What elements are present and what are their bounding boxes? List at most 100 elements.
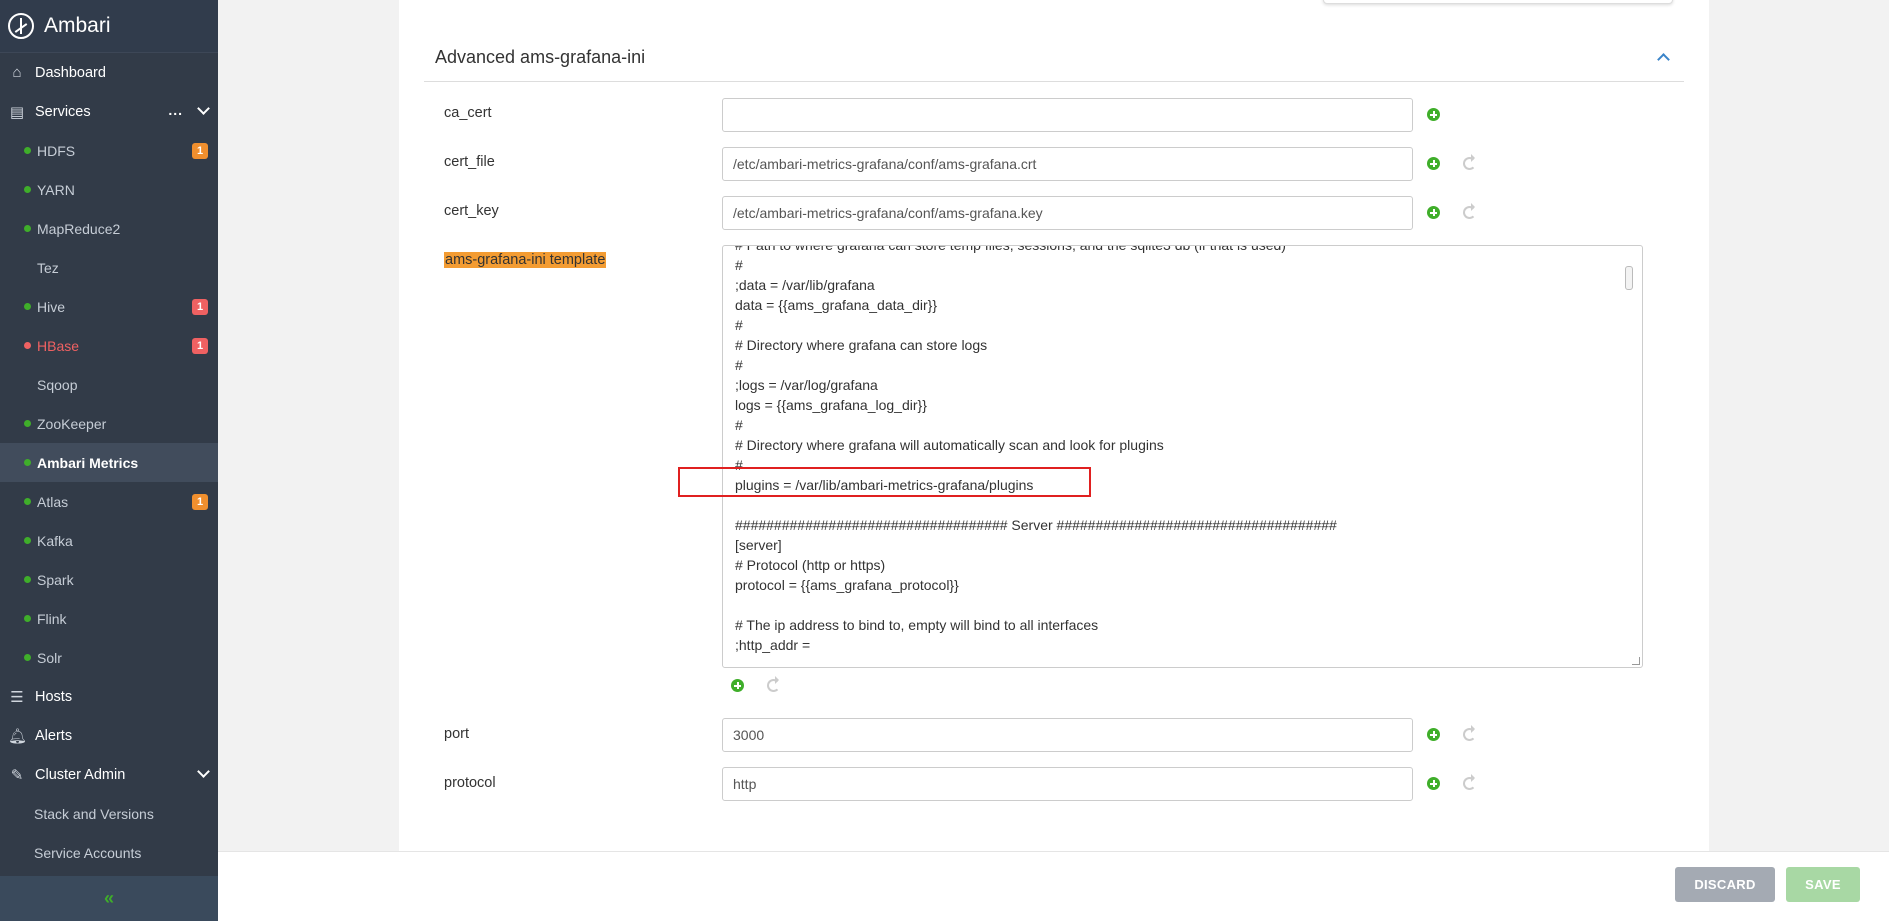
status-dot-icon: [24, 147, 31, 154]
nav-stack-and-versions[interactable]: Stack and Versions: [0, 794, 218, 833]
status-dot-icon: [24, 615, 31, 622]
service-label: HBase: [37, 337, 80, 354]
ca-cert-input[interactable]: [722, 98, 1413, 132]
template-line: [735, 495, 1337, 515]
protocol-label: protocol: [444, 775, 496, 791]
nav-alerts[interactable]: 🔔︎ Alerts: [0, 716, 218, 755]
template-label: ams-grafana-ini template: [444, 252, 607, 268]
undo-icon[interactable]: [1463, 157, 1476, 170]
template-textarea[interactable]: # Path to where grafana can store temp f…: [722, 245, 1643, 668]
sidebar: Ambari ⌂ Dashboard ▤ Services ... HDFS 1 Y…: [0, 0, 218, 921]
template-line: ;data = /var/lib/grafana: [735, 277, 875, 293]
nav-cluster-admin-label: Cluster Admin: [35, 766, 126, 783]
status-dot-icon: [24, 342, 31, 349]
service-label: Solr: [37, 649, 62, 666]
status-dot-icon: [24, 576, 31, 583]
top-card-edge: [1323, 0, 1673, 4]
footer-bar: [218, 851, 1889, 921]
nav-hosts[interactable]: ☰ Hosts: [0, 677, 218, 716]
add-override-icon[interactable]: [1427, 157, 1440, 170]
resize-handle-icon[interactable]: [1632, 657, 1640, 665]
ambari-logo-icon: [8, 13, 34, 39]
brand[interactable]: Ambari: [0, 0, 218, 53]
sidebar-item-service[interactable]: HBase 1: [0, 326, 218, 365]
status-dot-icon: [24, 498, 31, 505]
sidebar-item-service[interactable]: Ambari Metrics: [0, 443, 218, 482]
alert-count-badge[interactable]: 1: [192, 494, 208, 510]
chevron-down-icon[interactable]: [197, 767, 208, 778]
add-override-icon[interactable]: [1427, 108, 1440, 121]
service-list: HDFS 1 YARN MapReduce2 Tez Hive 1 HBase 1 Sqoop Zo…: [0, 131, 218, 677]
sidebar-item-service[interactable]: Spark: [0, 560, 218, 599]
discard-button[interactable]: DISCARD: [1675, 867, 1775, 902]
alert-count-badge[interactable]: 1: [192, 338, 208, 354]
sidebar-item-service[interactable]: Solr: [0, 638, 218, 677]
sidebar-item-service[interactable]: MapReduce2: [0, 209, 218, 248]
app-name: Ambari: [44, 14, 111, 37]
add-override-icon[interactable]: [731, 679, 744, 692]
template-line: # Directory where grafana can store logs: [735, 337, 988, 353]
add-override-icon[interactable]: [1427, 206, 1440, 219]
sidebar-item-service[interactable]: Flink: [0, 599, 218, 638]
sidebar-item-service[interactable]: YARN: [0, 170, 218, 209]
sidebar-item-service[interactable]: Atlas 1: [0, 482, 218, 521]
sidebar-item-service[interactable]: Sqoop: [0, 365, 218, 404]
chevron-up-icon[interactable]: [1658, 52, 1668, 62]
protocol-input[interactable]: http: [722, 767, 1413, 801]
add-override-icon[interactable]: [1427, 728, 1440, 741]
undo-icon[interactable]: [767, 679, 780, 692]
sidebar-item-service[interactable]: ZooKeeper: [0, 404, 218, 443]
template-line: ;http_addr =: [735, 637, 811, 653]
service-label: MapReduce2: [37, 220, 121, 237]
nav-services[interactable]: ▤ Services ...: [0, 92, 218, 131]
template-line: #: [735, 317, 743, 333]
nav-dashboard-label: Dashboard: [35, 64, 106, 81]
template-line: ################################### Serv…: [735, 517, 1337, 533]
service-label: Spark: [37, 571, 74, 588]
chevron-down-icon[interactable]: [197, 104, 208, 115]
template-line: #: [735, 257, 743, 273]
port-label: port: [444, 726, 469, 742]
service-label: Sqoop: [37, 376, 78, 393]
highlight-annotation-box: [678, 467, 1091, 497]
alert-count-badge[interactable]: 1: [192, 143, 208, 159]
undo-icon[interactable]: [1463, 206, 1476, 219]
nav-service-accounts[interactable]: Service Accounts: [0, 833, 218, 872]
service-label: YARN: [37, 181, 75, 198]
collapse-sidebar-button[interactable]: «: [0, 876, 218, 921]
status-dot-icon: [24, 225, 31, 232]
service-label: Flink: [37, 610, 67, 627]
status-dot-icon: [24, 654, 31, 661]
nav-alerts-label: Alerts: [35, 727, 73, 744]
status-dot-icon: [24, 303, 31, 310]
alert-count-badge[interactable]: 1: [192, 299, 208, 315]
undo-icon[interactable]: [1463, 777, 1476, 790]
wrench-icon: ✎: [10, 766, 24, 784]
add-override-icon[interactable]: [1427, 777, 1440, 790]
port-input[interactable]: 3000: [722, 718, 1413, 752]
save-button[interactable]: SAVE: [1786, 867, 1860, 902]
sidebar-item-service[interactable]: Tez: [0, 248, 218, 287]
service-label: Ambari Metrics: [37, 454, 139, 471]
section-title: Advanced ams-grafana-ini: [435, 47, 646, 67]
nav-dashboard[interactable]: ⌂ Dashboard: [0, 53, 218, 92]
cert-key-input[interactable]: /etc/ambari-metrics-grafana/conf/ams-gra…: [722, 196, 1413, 230]
sidebar-item-service[interactable]: Kafka: [0, 521, 218, 560]
textarea-scrollbar[interactable]: [1625, 266, 1633, 290]
template-content: # Path to where grafana can store temp f…: [735, 246, 1337, 655]
status-dot-icon: [24, 459, 31, 466]
sidebar-item-service[interactable]: HDFS 1: [0, 131, 218, 170]
sidebar-item-service[interactable]: Hive 1: [0, 287, 218, 326]
section-header[interactable]: Advanced ams-grafana-ini: [424, 30, 1684, 82]
service-label: ZooKeeper: [37, 415, 107, 432]
cert-file-input[interactable]: /etc/ambari-metrics-grafana/conf/ams-gra…: [722, 147, 1413, 181]
service-label: Kafka: [37, 532, 73, 549]
nav-cluster-admin[interactable]: ✎ Cluster Admin: [0, 755, 218, 794]
services-more-button[interactable]: ...: [168, 102, 183, 118]
template-line: [server]: [735, 537, 782, 553]
template-line: logs = {{ams_grafana_log_dir}}: [735, 397, 927, 413]
undo-icon[interactable]: [1463, 728, 1476, 741]
template-line: data = {{ams_grafana_data_dir}}: [735, 297, 938, 313]
template-line: [735, 595, 1337, 615]
status-dot-icon: [24, 420, 31, 427]
